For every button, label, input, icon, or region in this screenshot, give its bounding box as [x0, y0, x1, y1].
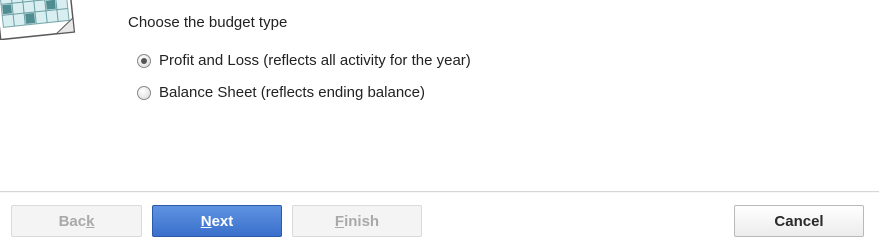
next-label-mnemonic: N	[200, 212, 212, 230]
cancel-button[interactable]: Cancel	[734, 205, 864, 237]
footer-divider	[0, 191, 879, 193]
radio-dot	[141, 57, 147, 64]
radio-button-selected[interactable]	[137, 53, 151, 68]
next-button[interactable]: Next	[152, 205, 282, 237]
finish-label-mnemonic: F	[334, 212, 345, 230]
radio-label-balance-sheet[interactable]: Balance Sheet (reflects ending balance)	[159, 84, 425, 101]
radio-button-unselected[interactable]	[137, 85, 151, 100]
finish-label-post: inish	[344, 212, 380, 230]
radio-option-balance-sheet[interactable]: Balance Sheet (reflects ending balance)	[137, 84, 425, 101]
cancel-label: Cancel	[774, 212, 824, 230]
back-label-pre: Bac	[58, 212, 87, 230]
next-label-post: ext	[211, 212, 234, 230]
budget-type-prompt: Choose the budget type	[128, 14, 288, 31]
finish-button[interactable]: Finish	[292, 205, 422, 237]
back-button[interactable]: Bac k	[11, 205, 142, 237]
radio-label-profit-and-loss[interactable]: Profit and Loss (reflects all activity f…	[159, 52, 471, 69]
radio-option-profit-and-loss[interactable]: Profit and Loss (reflects all activity f…	[137, 52, 471, 69]
calendar-icon	[0, 0, 76, 40]
back-label-mnemonic: k	[86, 212, 95, 230]
